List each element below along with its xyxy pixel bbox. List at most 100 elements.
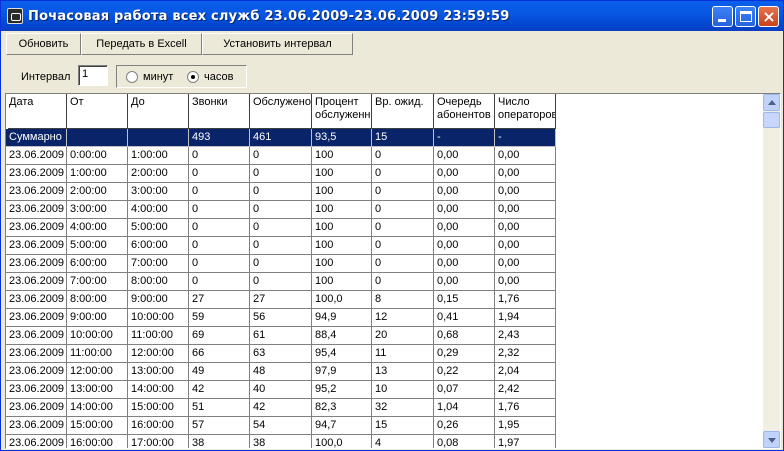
cell-from[interactable]: 16:00:00 xyxy=(67,435,128,448)
cell-percent[interactable]: 94,7 xyxy=(312,417,372,435)
cell-percent[interactable]: 100 xyxy=(312,165,372,183)
cell-operators[interactable]: - xyxy=(495,129,556,147)
cell-to[interactable]: 14:00:00 xyxy=(128,381,189,399)
column-header-operators[interactable]: Число операторов xyxy=(495,94,556,129)
cell-percent[interactable]: 93,5 xyxy=(312,129,372,147)
cell-from[interactable]: 1:00:00 xyxy=(67,165,128,183)
cell-queue[interactable]: 0,26 xyxy=(434,417,495,435)
cell-to[interactable]: 3:00:00 xyxy=(128,183,189,201)
cell-percent[interactable]: 97,9 xyxy=(312,363,372,381)
cell-calls[interactable]: 0 xyxy=(189,147,250,165)
cell-from[interactable]: 14:00:00 xyxy=(67,399,128,417)
cell-calls[interactable]: 38 xyxy=(189,435,250,448)
column-header-percent[interactable]: Процент обслуженн xyxy=(312,94,372,129)
cell-from[interactable]: 11:00:00 xyxy=(67,345,128,363)
cell-served[interactable]: 0 xyxy=(250,147,312,165)
cell-to[interactable]: 7:00:00 xyxy=(128,255,189,273)
cell-queue[interactable]: 0,00 xyxy=(434,273,495,291)
cell-calls[interactable]: 0 xyxy=(189,219,250,237)
cell-queue[interactable]: 0,00 xyxy=(434,165,495,183)
set-interval-button[interactable]: Установить интервал xyxy=(202,33,353,55)
radio-minutes-label[interactable]: минут xyxy=(143,71,173,83)
cell-served[interactable]: 0 xyxy=(250,165,312,183)
cell-wait-time[interactable]: 0 xyxy=(372,183,434,201)
cell-queue[interactable]: - xyxy=(434,129,495,147)
cell-operators[interactable]: 1,76 xyxy=(495,291,556,309)
cell-operators[interactable]: 0,00 xyxy=(495,165,556,183)
cell-calls[interactable]: 51 xyxy=(189,399,250,417)
cell-date[interactable]: 23.06.2009 xyxy=(6,381,67,399)
cell-date[interactable]: 23.06.2009 xyxy=(6,255,67,273)
cell-queue[interactable]: 0,07 xyxy=(434,381,495,399)
data-grid[interactable]: Дата От До Звонки Обслужено Процент обслуженн… xyxy=(5,93,781,449)
cell-served[interactable]: 48 xyxy=(250,363,312,381)
cell-date[interactable]: 23.06.2009 xyxy=(6,183,67,201)
cell-wait-time[interactable]: 0 xyxy=(372,273,434,291)
column-header-wait-time[interactable]: Вр. ожид. xyxy=(372,94,434,129)
cell-to[interactable]: 16:00:00 xyxy=(128,417,189,435)
scroll-up-button[interactable] xyxy=(763,94,780,111)
cell-operators[interactable]: 0,00 xyxy=(495,219,556,237)
cell-to[interactable]: 15:00:00 xyxy=(128,399,189,417)
cell-wait-time[interactable]: 20 xyxy=(372,327,434,345)
close-button[interactable]: × xyxy=(758,6,779,27)
cell-percent[interactable]: 95,4 xyxy=(312,345,372,363)
cell-operators[interactable]: 0,00 xyxy=(495,183,556,201)
cell-to[interactable]: 4:00:00 xyxy=(128,201,189,219)
cell-calls[interactable]: 493 xyxy=(189,129,250,147)
cell-operators[interactable]: 0,00 xyxy=(495,273,556,291)
cell-operators[interactable]: 1,97 xyxy=(495,435,556,448)
cell-from[interactable]: 0:00:00 xyxy=(67,147,128,165)
cell-from[interactable]: 13:00:00 xyxy=(67,381,128,399)
cell-date[interactable]: 23.06.2009 xyxy=(6,273,67,291)
cell-calls[interactable]: 0 xyxy=(189,237,250,255)
cell-calls[interactable]: 57 xyxy=(189,417,250,435)
cell-calls[interactable]: 0 xyxy=(189,165,250,183)
cell-served[interactable]: 27 xyxy=(250,291,312,309)
cell-queue[interactable]: 0,29 xyxy=(434,345,495,363)
cell-calls[interactable]: 42 xyxy=(189,381,250,399)
cell-operators[interactable]: 2,04 xyxy=(495,363,556,381)
cell-calls[interactable]: 0 xyxy=(189,255,250,273)
cell-to[interactable]: 8:00:00 xyxy=(128,273,189,291)
cell-date[interactable]: 23.06.2009 xyxy=(6,291,67,309)
cell-percent[interactable]: 95,2 xyxy=(312,381,372,399)
cell-operators[interactable]: 2,43 xyxy=(495,327,556,345)
interval-input[interactable]: 1 xyxy=(78,65,108,86)
cell-date[interactable]: 23.06.2009 xyxy=(6,435,67,448)
cell-date[interactable]: 23.06.2009 xyxy=(6,417,67,435)
column-header-served[interactable]: Обслужено xyxy=(250,94,312,129)
cell-to[interactable]: 11:00:00 xyxy=(128,327,189,345)
cell-operators[interactable]: 2,42 xyxy=(495,381,556,399)
cell-wait-time[interactable]: 0 xyxy=(372,237,434,255)
cell-date[interactable]: Суммарно xyxy=(6,129,67,147)
cell-to[interactable]: 17:00:00 xyxy=(128,435,189,448)
cell-date[interactable]: 23.06.2009 xyxy=(6,165,67,183)
cell-date[interactable]: 23.06.2009 xyxy=(6,399,67,417)
cell-date[interactable]: 23.06.2009 xyxy=(6,363,67,381)
cell-from[interactable]: 5:00:00 xyxy=(67,237,128,255)
cell-calls[interactable]: 0 xyxy=(189,201,250,219)
cell-served[interactable]: 61 xyxy=(250,327,312,345)
cell-operators[interactable]: 1,94 xyxy=(495,309,556,327)
cell-queue[interactable]: 0,00 xyxy=(434,255,495,273)
cell-date[interactable]: 23.06.2009 xyxy=(6,147,67,165)
cell-served[interactable]: 0 xyxy=(250,255,312,273)
cell-to[interactable]: 6:00:00 xyxy=(128,237,189,255)
cell-date[interactable]: 23.06.2009 xyxy=(6,201,67,219)
cell-queue[interactable]: 0,15 xyxy=(434,291,495,309)
cell-from[interactable]: 6:00:00 xyxy=(67,255,128,273)
cell-served[interactable]: 56 xyxy=(250,309,312,327)
cell-calls[interactable]: 69 xyxy=(189,327,250,345)
cell-wait-time[interactable]: 12 xyxy=(372,309,434,327)
column-header-calls[interactable]: Звонки xyxy=(189,94,250,129)
cell-queue[interactable]: 0,68 xyxy=(434,327,495,345)
cell-wait-time[interactable]: 0 xyxy=(372,147,434,165)
cell-operators[interactable]: 0,00 xyxy=(495,201,556,219)
cell-calls[interactable]: 27 xyxy=(189,291,250,309)
cell-operators[interactable]: 1,95 xyxy=(495,417,556,435)
radio-minutes[interactable] xyxy=(126,71,138,83)
cell-percent[interactable]: 82,3 xyxy=(312,399,372,417)
cell-percent[interactable]: 100 xyxy=(312,201,372,219)
cell-from[interactable]: 8:00:00 xyxy=(67,291,128,309)
